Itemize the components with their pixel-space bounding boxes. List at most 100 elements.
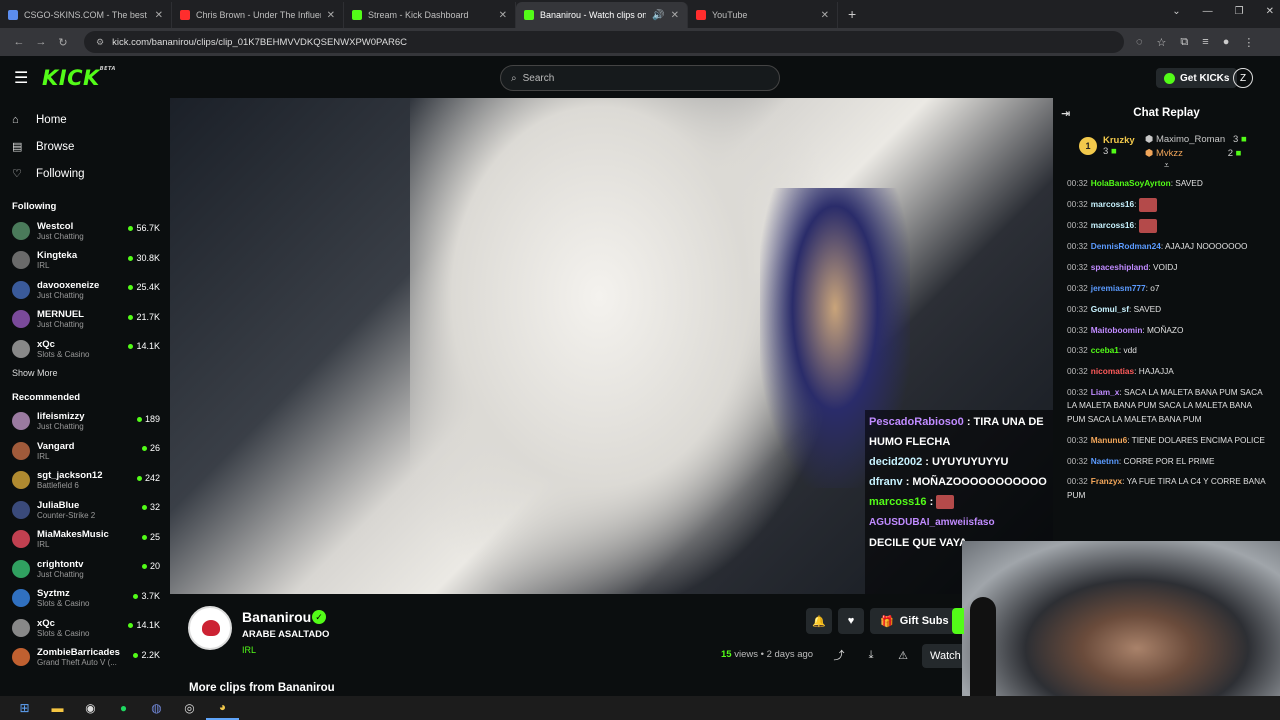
discord-icon[interactable]: ◍: [140, 696, 173, 720]
chat-username[interactable]: marcoss16: [1091, 220, 1134, 230]
chrome-icon[interactable]: ◕: [206, 696, 239, 720]
chat-username[interactable]: Manunu6: [1091, 435, 1127, 445]
kick-logo[interactable]: KICKBETA: [42, 66, 116, 90]
sidebar-channel-item[interactable]: lifeismizzy Just Chatting 189: [0, 407, 168, 437]
notification-bell-button[interactable]: 🔔: [806, 608, 832, 634]
sidebar-channel-item[interactable]: MiaMakesMusic IRL 25: [0, 525, 168, 555]
chat-username[interactable]: Maitoboomin: [1091, 325, 1143, 335]
subscribe-button[interactable]: [952, 608, 964, 634]
share-icon[interactable]: ⤴: [830, 646, 848, 664]
sidebar-channel-item[interactable]: Westcol Just Chatting 56.7K: [0, 216, 168, 246]
sidebar-channel-item[interactable]: Kingteka IRL 30.8K: [0, 246, 168, 276]
profile-icon[interactable]: ●: [1223, 36, 1230, 49]
channel-category: IRL: [37, 261, 50, 271]
channel-avatar: [12, 251, 30, 270]
close-icon[interactable]: ✕: [499, 10, 507, 21]
channel-avatar[interactable]: [188, 606, 232, 650]
chat-username[interactable]: Franzyx: [1091, 476, 1122, 486]
sidebar-channel-item[interactable]: JuliaBlue Counter-Strike 2 32: [0, 495, 168, 525]
chat-text: : vdd: [1118, 345, 1137, 356]
sidebar-channel-item[interactable]: davooxeneize Just Chatting 25.4K: [0, 275, 168, 305]
channel-avatar: [12, 618, 30, 637]
chat-message: 00:32 Maitoboomin: MOÑAZO: [1067, 324, 1272, 338]
sidebar-channel-item[interactable]: xQc Slots & Casino 14.1K: [0, 334, 168, 364]
search-input[interactable]: ⌕ Search: [500, 65, 780, 91]
chat-username[interactable]: DennisRodman24: [1091, 241, 1161, 251]
chat-username[interactable]: Naetnn: [1091, 456, 1119, 466]
close-icon[interactable]: ✕: [821, 10, 829, 21]
clip-category-link[interactable]: IRL: [242, 645, 256, 655]
chat-username[interactable]: jeremiasm777: [1091, 283, 1146, 293]
dropdown-icon[interactable]: ⌄: [1172, 6, 1180, 17]
avatar[interactable]: Z: [1233, 68, 1253, 88]
sidebar-channel-item[interactable]: Syztmz Slots & Casino 3.7K: [0, 584, 168, 614]
sidebar-channel-item[interactable]: xQc Slots & Casino 14.1K: [0, 613, 168, 643]
close-icon[interactable]: ✕: [671, 10, 679, 21]
steam-icon[interactable]: ◉: [74, 696, 107, 720]
channel-avatar: [12, 412, 30, 431]
hamburger-menu-icon[interactable]: ☰: [14, 68, 34, 88]
chat-username[interactable]: spaceshipland: [1091, 262, 1149, 272]
minimize-icon[interactable]: —: [1203, 6, 1213, 17]
restore-icon[interactable]: ❐: [1235, 6, 1244, 17]
site-info-icon[interactable]: ⚙: [96, 37, 104, 48]
spotify-icon[interactable]: ●: [107, 696, 140, 720]
close-icon[interactable]: ✕: [327, 10, 335, 21]
channel-name[interactable]: Bananirou: [242, 609, 311, 625]
browser-tab[interactable]: Stream - Kick Dashboard ✕: [344, 2, 516, 28]
sidebar-channel-item[interactable]: Vangard IRL 26: [0, 436, 168, 466]
new-tab-icon[interactable]: +: [848, 6, 856, 22]
leader-first-count: 3: [1103, 146, 1109, 157]
extensions-icon[interactable]: ⧉: [1180, 36, 1188, 49]
channel-name: Syztmz: [37, 588, 70, 600]
browser-tab[interactable]: YouTube ✕: [688, 2, 838, 28]
chat-timestamp: 00:32: [1067, 434, 1088, 445]
file-explorer-icon[interactable]: ▬: [41, 696, 74, 720]
windows-start-icon[interactable]: ⊞: [8, 696, 41, 720]
url-field[interactable]: ⚙ kick.com/bananirou/clips/clip_01K7BEHM…: [84, 31, 1124, 53]
close-icon[interactable]: ✕: [155, 10, 163, 21]
chat-username[interactable]: cceba1: [1091, 345, 1119, 355]
follow-button[interactable]: ♥: [838, 608, 864, 634]
chat-username[interactable]: Gomul_sf: [1091, 304, 1129, 314]
viewer-count-value: 25.4K: [136, 282, 160, 292]
chat-username[interactable]: nicomatias: [1091, 366, 1134, 376]
media-icon[interactable]: ≡: [1202, 36, 1208, 49]
close-window-icon[interactable]: ✕: [1266, 6, 1274, 17]
chat-message: 00:32 Liam_x: SACA LA MALETA BANA PUM SAC…: [1067, 386, 1272, 427]
chat-username[interactable]: HolaBanaSoyAyrton: [1091, 178, 1171, 188]
get-kicks-button[interactable]: Get KICKs: [1156, 68, 1238, 88]
report-icon[interactable]: ⚠: [894, 646, 912, 664]
browser-tab[interactable]: CSGO-SKINS.COM - The best C ✕: [0, 2, 172, 28]
browser-tab[interactable]: Chris Brown - Under The Influen ✕: [172, 2, 344, 28]
star-icon[interactable]: ☆: [1157, 36, 1167, 49]
obs-icon[interactable]: ◎: [173, 696, 206, 720]
view-count: 15: [721, 649, 732, 660]
sidebar-channel-item[interactable]: MERNUEL Just Chatting 21.7K: [0, 305, 168, 335]
speaker-icon[interactable]: 🔊: [652, 10, 664, 21]
sidebar-item-browse[interactable]: ▤ Browse: [0, 133, 168, 160]
viewer-count: 25: [141, 532, 160, 542]
chat-timestamp: 00:32: [1067, 366, 1088, 377]
chat-username[interactable]: Liam_x: [1091, 387, 1120, 397]
sidebar-item-following[interactable]: ♡ Following: [0, 160, 168, 187]
viewer-count: 14.1K: [128, 620, 160, 630]
reload-icon[interactable]: ↻: [52, 36, 74, 49]
channel-category: Counter-Strike 2: [37, 510, 96, 520]
menu-icon[interactable]: ⋮: [1243, 36, 1254, 49]
chat-username[interactable]: marcoss16: [1091, 199, 1134, 209]
forward-icon[interactable]: →: [30, 36, 52, 48]
collapse-chat-icon[interactable]: ⇥: [1061, 107, 1070, 120]
sidebar-channel-item[interactable]: ZombieBarricades Grand Theft Auto V (... 2…: [0, 643, 168, 673]
watch-button[interactable]: Watch: [922, 644, 962, 668]
gift-subs-button[interactable]: 🎁 Gift Subs: [870, 608, 959, 634]
sidebar-channel-item[interactable]: crightontv Just Chatting 20: [0, 554, 168, 584]
eye-off-icon[interactable]: ◌: [1136, 36, 1143, 49]
download-icon[interactable]: ⤓: [862, 646, 880, 664]
back-icon[interactable]: ←: [8, 36, 30, 48]
viewer-count: 3.7K: [133, 591, 160, 601]
sidebar-item-home[interactable]: ⌂ Home: [0, 106, 168, 133]
browser-tab-active[interactable]: Bananirou - Watch clips on 🔊 ✕: [516, 2, 688, 28]
sidebar-channel-item[interactable]: sgt_jackson12 Battlefield 6 242: [0, 466, 168, 496]
show-more-link[interactable]: Show More: [0, 368, 168, 378]
